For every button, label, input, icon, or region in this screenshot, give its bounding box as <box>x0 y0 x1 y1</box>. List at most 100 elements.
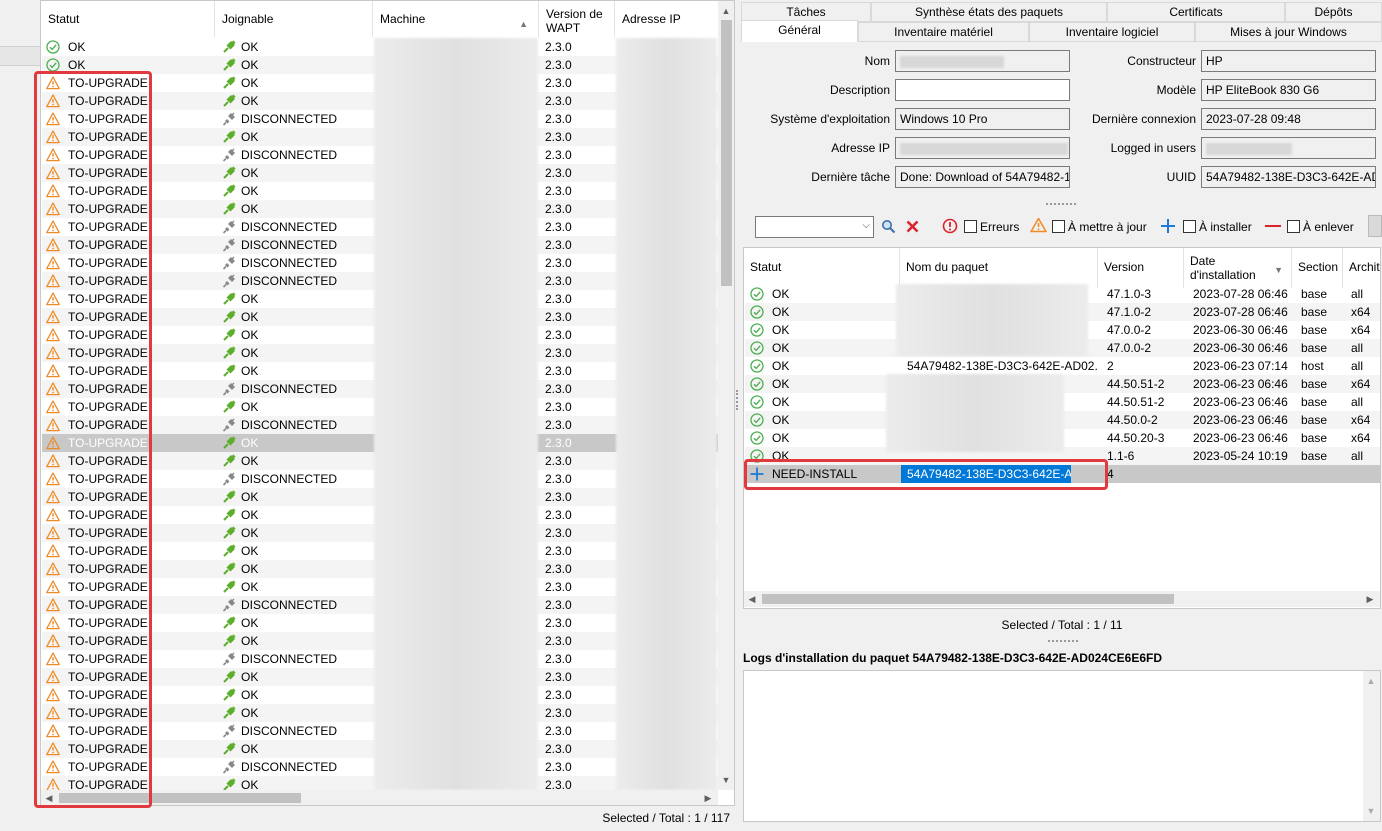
plug-disconnected-icon <box>222 256 236 270</box>
pkg-row-date: 2023-07-28 06:46 <box>1193 305 1288 319</box>
row-version: 2.3.0 <box>545 436 572 450</box>
pkg-row-archi: all <box>1351 287 1364 301</box>
field-os[interactable]: Windows 10 Pro <box>895 108 1070 130</box>
tab-3-row2[interactable]: Mises à jour Windows <box>1195 22 1382 42</box>
pkg-row-date: 2023-06-23 06:46 <box>1193 413 1288 427</box>
tab-0-row1[interactable]: Tâches <box>741 2 871 22</box>
row-version: 2.3.0 <box>545 616 572 630</box>
toolbar-overflow-button[interactable] <box>1368 215 1382 237</box>
row-version: 2.3.0 <box>545 382 572 396</box>
left-edge-item <box>0 46 40 66</box>
row-version: 2.3.0 <box>545 274 572 288</box>
scroll-right-icon[interactable]: ▶ <box>700 790 716 805</box>
pkg-row-date: 2023-06-23 06:46 <box>1193 395 1288 409</box>
pkg-row-date: 2023-07-28 06:46 <box>1193 287 1288 301</box>
col-header-version[interactable]: Version de WAPT <box>539 1 615 37</box>
status-ok-icon <box>750 377 764 391</box>
pkg-col-date[interactable]: Date d'installation ▼ <box>1184 248 1292 288</box>
status-ok-icon <box>750 323 764 337</box>
field-connexion[interactable]: 2023-07-28 09:48 <box>1201 108 1376 130</box>
label-os: Système d'exploitation <box>770 112 890 126</box>
row-joignable: OK <box>241 328 259 342</box>
pkg-row-statut: OK <box>772 377 790 391</box>
col-header-machine[interactable]: Machine ▲ <box>373 1 539 37</box>
logs-vscroll[interactable]: ▲ ▼ <box>1363 671 1380 821</box>
label-a-mettre-a-jour: À mettre à jour <box>1068 220 1147 234</box>
pkg-scroll-right-icon[interactable]: ▶ <box>1362 591 1378 607</box>
horizontal-splitter-top[interactable] <box>1046 203 1076 205</box>
logs-scroll-up-icon[interactable]: ▲ <box>1363 673 1379 689</box>
pkg-row-nom: 54A79482-138E-D3C3-642E-AD02... <box>907 359 1097 373</box>
tab-3-row1[interactable]: Dépôts <box>1285 2 1382 22</box>
field-logged[interactable] <box>1201 137 1376 159</box>
field-description[interactable] <box>895 79 1070 101</box>
plug-disconnected-icon <box>222 220 236 234</box>
packages-hscroll[interactable]: ◀ ▶ <box>744 591 1380 607</box>
pkg-row-section: base <box>1301 377 1328 391</box>
hosts-vscroll[interactable]: ▲ ▼ <box>718 1 734 790</box>
row-version: 2.3.0 <box>545 454 572 468</box>
checkbox-a-enlever[interactable] <box>1287 220 1300 233</box>
col-header-ip[interactable]: Adresse IP <box>615 1 719 37</box>
pkg-col-archi[interactable]: Archit <box>1343 248 1380 288</box>
col-header-statut[interactable]: Statut <box>41 1 215 37</box>
horizontal-splitter-bottom[interactable] <box>1048 640 1078 642</box>
field-nom[interactable] <box>895 50 1070 72</box>
pkg-row-statut: OK <box>772 287 790 301</box>
package-filter-combo[interactable]: ⌵ <box>755 216 874 238</box>
field-constructeur[interactable]: HP <box>1201 50 1376 72</box>
plug-connected-icon <box>222 490 236 504</box>
checkbox-erreurs[interactable] <box>964 220 977 233</box>
pkg-row-section: base <box>1301 305 1328 319</box>
packages-table[interactable]: Statut Nom du paquet Version Date d'inst… <box>743 247 1381 609</box>
logs-scroll-down-icon[interactable]: ▼ <box>1363 803 1379 819</box>
logs-textarea[interactable]: ▲ ▼ <box>743 670 1381 822</box>
row-joignable: DISCONNECTED <box>241 724 338 738</box>
tab-1-row1[interactable]: Synthèse états des paquets <box>871 2 1107 22</box>
row-version: 2.3.0 <box>545 526 572 540</box>
scroll-up-icon[interactable]: ▲ <box>718 3 734 19</box>
pkg-row-date: 2023-06-23 07:14 <box>1193 359 1288 373</box>
plug-connected-icon <box>222 184 236 198</box>
plug-disconnected-icon <box>222 472 236 486</box>
plug-connected-icon <box>222 742 236 756</box>
tab-1-row2[interactable]: Inventaire matériel <box>858 22 1029 42</box>
hosts-footer: Selected / Total : 1 / 117 <box>602 811 730 825</box>
tab-2-row2[interactable]: Inventaire logiciel <box>1029 22 1195 42</box>
row-version: 2.3.0 <box>545 562 572 576</box>
pkg-row-date: 2023-06-30 06:46 <box>1193 341 1288 355</box>
row-joignable: OK <box>241 526 259 540</box>
col-header-joignable[interactable]: Joignable <box>215 1 373 37</box>
row-joignable: OK <box>241 58 259 72</box>
row-joignable: OK <box>241 490 259 504</box>
pkg-col-statut[interactable]: Statut <box>744 248 900 288</box>
tab-2-row1[interactable]: Certificats <box>1107 2 1285 22</box>
field-uuid[interactable]: 54A79482-138E-D3C3-642E-AD0 <box>1201 166 1376 188</box>
plug-connected-icon <box>222 580 236 594</box>
checkbox-a-mettre-a-jour[interactable] <box>1052 220 1065 233</box>
pkg-col-version[interactable]: Version <box>1098 248 1184 288</box>
status-ok-icon <box>46 40 60 54</box>
packages-hscroll-thumb[interactable] <box>762 594 1174 604</box>
pkg-scroll-left-icon[interactable]: ◀ <box>744 591 760 607</box>
pkg-row-date: 2023-06-23 06:46 <box>1193 431 1288 445</box>
checkbox-a-installer[interactable] <box>1183 220 1196 233</box>
scroll-down-icon[interactable]: ▼ <box>718 772 734 788</box>
row-joignable: OK <box>241 634 259 648</box>
tab-0-row2[interactable]: Général <box>741 20 858 42</box>
pkg-col-section[interactable]: Section <box>1292 248 1343 288</box>
row-joignable: DISCONNECTED <box>241 382 338 396</box>
row-version: 2.3.0 <box>545 418 572 432</box>
field-modele[interactable]: HP EliteBook 830 G6 <box>1201 79 1376 101</box>
pkg-col-nom[interactable]: Nom du paquet <box>900 248 1098 288</box>
statut-highlight-box <box>34 71 152 808</box>
package-row[interactable]: OK 54A79482-138E-D3C3-642E-AD02... 2 2023-0… <box>745 357 1380 375</box>
field-task[interactable]: Done: Download of 54A79482-1: <box>895 166 1070 188</box>
field-ip[interactable] <box>895 137 1070 159</box>
plug-connected-icon <box>222 310 236 324</box>
clear-filter-icon[interactable] <box>906 220 919 233</box>
row-joignable: OK <box>241 742 259 756</box>
search-icon[interactable] <box>881 219 896 234</box>
hosts-vscroll-thumb[interactable] <box>721 20 732 286</box>
row-joignable: DISCONNECTED <box>241 472 338 486</box>
